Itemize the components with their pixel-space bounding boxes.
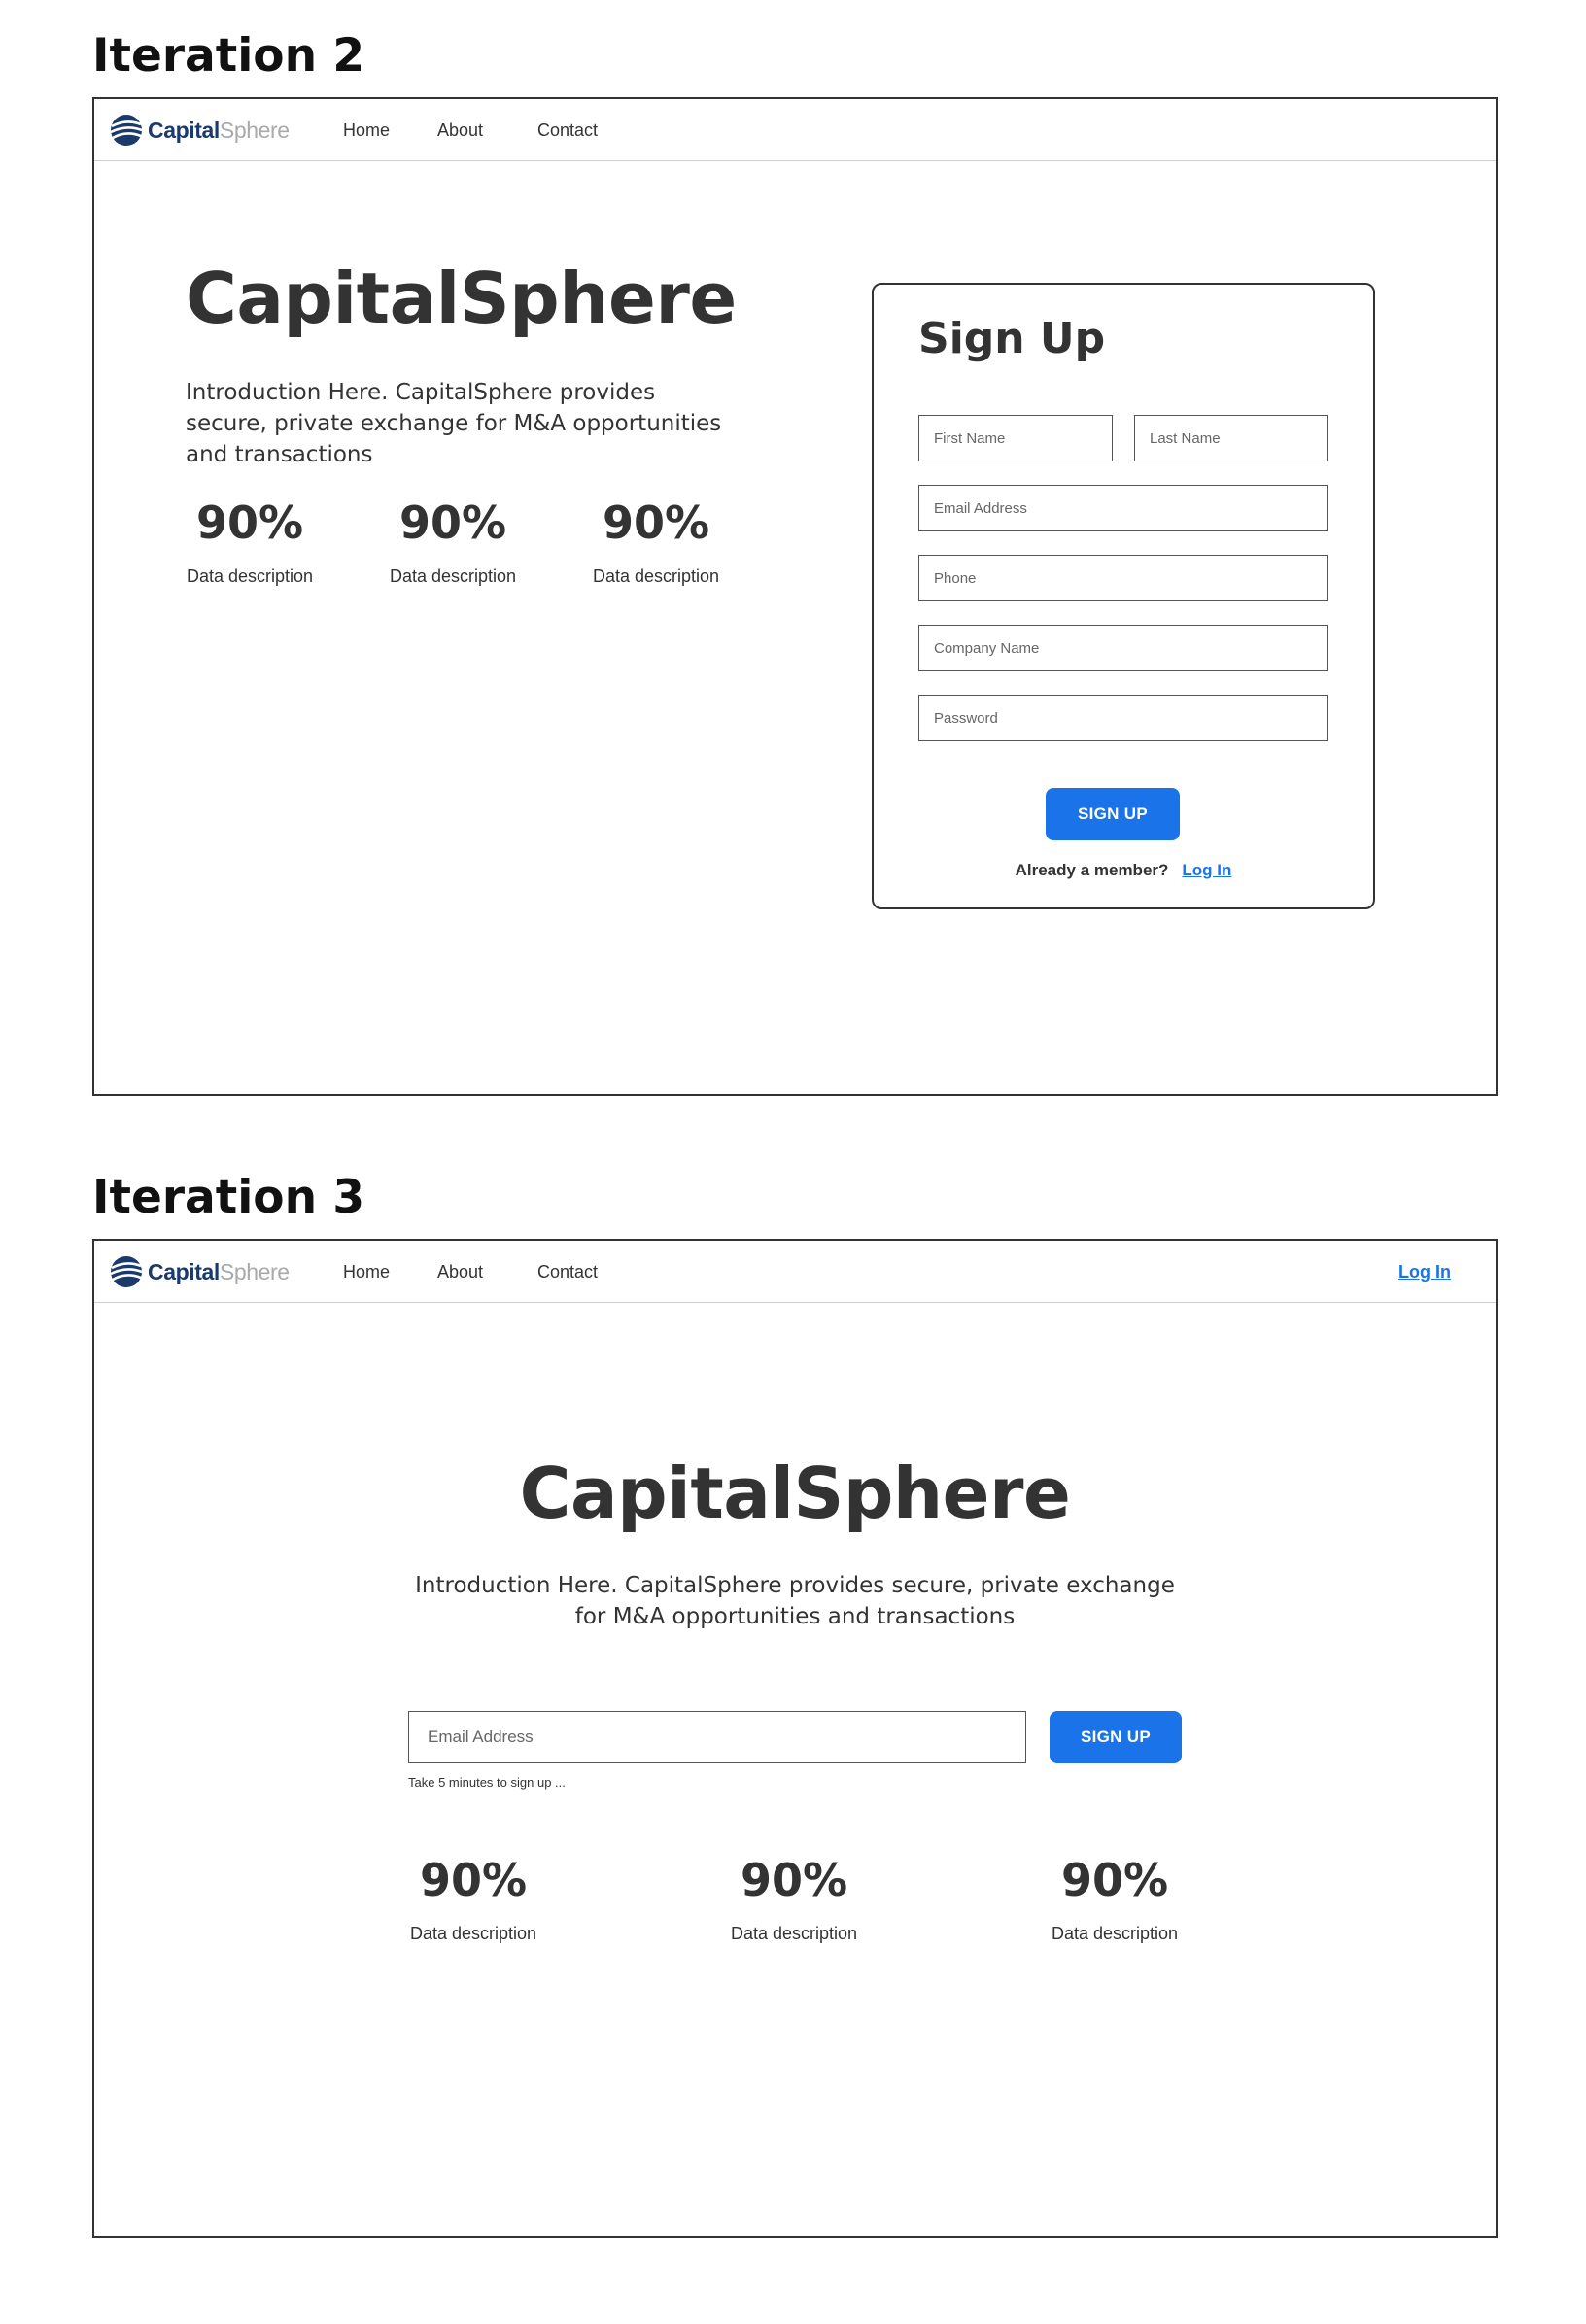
member-text: Already a member?: [1015, 861, 1169, 879]
stat-value: 90%: [195, 496, 304, 549]
stat-card: 90% Data description: [177, 496, 323, 587]
email-field[interactable]: [408, 1711, 1026, 1763]
stat-label: Data description: [389, 566, 517, 586]
brand-name-light: Sphere: [219, 1259, 290, 1284]
navbar: CapitalSphere Home About Contact: [94, 99, 1496, 161]
hero-title: CapitalSphere: [186, 257, 737, 339]
hero-intro-line-2: for M&A opportunities and transactions: [574, 1604, 1016, 1629]
page: Iteration 2 CapitalSphere Home About Con…: [0, 0, 1586, 2324]
brand-name-strong: Capital: [148, 118, 220, 143]
nav-log-in-link[interactable]: Log In: [1398, 1241, 1451, 1303]
nav-about-link[interactable]: About: [437, 99, 483, 161]
nav-contact-link[interactable]: Contact: [537, 99, 598, 161]
hero-intro-line-1: Introduction Here. CapitalSphere provide…: [415, 1573, 1175, 1598]
navbar: CapitalSphere Home About Contact Log In: [94, 1241, 1496, 1303]
brand-name: CapitalSphere: [148, 113, 290, 148]
nav-about-link[interactable]: About: [437, 1241, 483, 1303]
stat-card: 90% Data description: [721, 1853, 867, 1944]
stat-card: 90% Data description: [400, 1853, 546, 1944]
stat-value: 90%: [419, 1854, 528, 1906]
hero-intro: Introduction Here. CapitalSphere provide…: [186, 380, 722, 467]
brand-logo[interactable]: CapitalSphere: [109, 1254, 290, 1289]
sign-up-button[interactable]: SIGN UP: [1050, 1711, 1182, 1763]
sign-up-button[interactable]: SIGN UP: [1046, 788, 1180, 840]
stat-label: Data description: [1051, 1924, 1179, 1943]
stat-label: Data description: [730, 1924, 858, 1943]
iteration-3-heading: Iteration 3: [92, 1171, 365, 1224]
stat-label: Data description: [409, 1924, 537, 1943]
signup-card: Sign Up SIGN UP Already a member? Log In: [872, 283, 1375, 909]
nav-home-link[interactable]: Home: [343, 99, 390, 161]
nav-contact-link[interactable]: Contact: [537, 1241, 598, 1303]
stat-card: 90% Data description: [1042, 1853, 1188, 1944]
stat-card: 90% Data description: [583, 496, 729, 587]
sign-up-hint: Take 5 minutes to sign up ...: [408, 1775, 566, 1790]
iteration-2-frame: CapitalSphere Home About Contact Capital…: [92, 97, 1498, 1096]
hero-intro: Introduction Here. CapitalSphere provide…: [94, 1570, 1496, 1632]
brand-name-light: Sphere: [219, 118, 290, 143]
hero-title: CapitalSphere: [519, 1452, 1071, 1534]
globe-logo-icon: [110, 1256, 143, 1287]
stat-value: 90%: [740, 1854, 848, 1906]
stat-value: 90%: [1060, 1854, 1169, 1906]
phone-field[interactable]: [918, 555, 1328, 601]
iteration-3-frame: CapitalSphere Home About Contact Log In …: [92, 1239, 1498, 2238]
brand-name-strong: Capital: [148, 1259, 220, 1284]
stat-card: 90% Data description: [380, 496, 526, 587]
stat-label: Data description: [592, 566, 720, 586]
stat-value: 90%: [602, 496, 710, 549]
globe-logo-icon: [110, 115, 143, 146]
company-name-field[interactable]: [918, 625, 1328, 671]
iteration-2-heading: Iteration 2: [92, 29, 365, 83]
log-in-link[interactable]: Log In: [1182, 861, 1231, 879]
first-name-field[interactable]: [918, 415, 1113, 461]
password-field[interactable]: [918, 695, 1328, 741]
brand-name: CapitalSphere: [148, 1254, 290, 1289]
email-field[interactable]: [918, 485, 1328, 531]
nav-home-link[interactable]: Home: [343, 1241, 390, 1303]
signup-title: Sign Up: [918, 314, 1106, 363]
last-name-field[interactable]: [1134, 415, 1328, 461]
stat-value: 90%: [398, 496, 507, 549]
stat-label: Data description: [186, 566, 314, 586]
login-prompt: Already a member? Log In: [874, 860, 1373, 881]
brand-logo[interactable]: CapitalSphere: [109, 113, 290, 148]
